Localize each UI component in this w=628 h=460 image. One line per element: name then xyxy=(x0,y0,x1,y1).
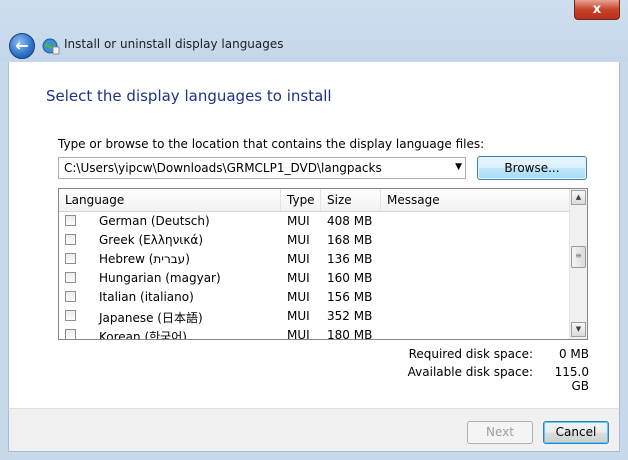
language-checkbox[interactable] xyxy=(65,310,76,321)
language-row[interactable]: Japanese (日本語) MUI 352 MB xyxy=(59,307,569,326)
window-title: Install or uninstall display languages xyxy=(64,37,284,51)
required-space-value: 0 MB xyxy=(558,347,589,361)
close-button[interactable]: x xyxy=(574,0,620,20)
language-size: 160 MB xyxy=(327,271,373,285)
next-button[interactable]: Next xyxy=(467,421,533,444)
language-size: 136 MB xyxy=(327,252,373,266)
language-name: Japanese (日本語) xyxy=(99,311,203,325)
language-name: Italian (italiano) xyxy=(99,290,194,304)
language-row[interactable]: Korean (한국어) MUI 180 MB xyxy=(59,326,569,340)
language-list[interactable]: Language Type Size Message German (Deuts… xyxy=(58,188,588,340)
language-checkbox[interactable] xyxy=(65,253,76,264)
vertical-scrollbar[interactable]: ▲ ≡ ▼ xyxy=(569,189,587,339)
language-size: 168 MB xyxy=(327,233,373,247)
language-row[interactable]: Greek (Ελληνικά) MUI 168 MB xyxy=(59,231,569,250)
column-header-message[interactable]: Message xyxy=(381,189,569,211)
column-header-type[interactable]: Type xyxy=(281,189,321,211)
language-size: 180 MB xyxy=(327,328,373,340)
language-type: MUI xyxy=(287,309,310,323)
path-value[interactable]: C:\Users\yipcw\Downloads\GRMCLP1_DVD\lan… xyxy=(64,161,382,175)
language-checkbox[interactable] xyxy=(65,215,76,226)
language-size: 352 MB xyxy=(327,309,373,323)
scroll-down-icon[interactable]: ▼ xyxy=(571,322,586,337)
dropdown-arrow-icon[interactable]: ▼ xyxy=(455,162,462,172)
path-combobox[interactable]: C:\Users\yipcw\Downloads\GRMCLP1_DVD\lan… xyxy=(58,157,466,179)
language-row[interactable]: German (Deutsch) MUI 408 MB xyxy=(59,212,569,231)
language-row[interactable]: Hungarian (magyar) MUI 160 MB xyxy=(59,269,569,288)
required-space-label: Required disk space: xyxy=(408,347,533,361)
language-checkbox[interactable] xyxy=(65,272,76,283)
language-name: Greek (Ελληνικά) xyxy=(99,233,203,247)
available-space-value: 115.0 GB xyxy=(554,365,589,393)
language-type: MUI xyxy=(287,214,310,228)
language-checkbox[interactable] xyxy=(65,291,76,302)
browse-button[interactable]: Browse... xyxy=(477,156,587,180)
cancel-button[interactable]: Cancel xyxy=(543,421,609,444)
language-checkbox[interactable] xyxy=(65,234,76,245)
language-type: MUI xyxy=(287,271,310,285)
language-type: MUI xyxy=(287,328,310,340)
language-checkbox[interactable] xyxy=(65,329,76,339)
language-name: German (Deutsch) xyxy=(99,214,210,228)
column-header-language[interactable]: Language xyxy=(59,189,281,211)
page-heading: Select the display languages to install xyxy=(46,87,332,105)
scroll-thumb[interactable]: ≡ xyxy=(571,246,586,268)
language-name: Hungarian (magyar) xyxy=(99,271,221,285)
language-type: MUI xyxy=(287,252,310,266)
language-type: MUI xyxy=(287,290,310,304)
language-row[interactable]: Hebrew (עברית) MUI 136 MB xyxy=(59,250,569,269)
path-instruction: Type or browse to the location that cont… xyxy=(58,137,485,151)
language-size: 408 MB xyxy=(327,214,373,228)
scroll-up-icon[interactable]: ▲ xyxy=(571,190,586,205)
language-row[interactable]: Italian (italiano) MUI 156 MB xyxy=(59,288,569,307)
title-bar xyxy=(0,0,628,62)
language-name: Hebrew (עברית) xyxy=(99,252,190,266)
back-arrow-icon[interactable]: ← xyxy=(9,33,35,59)
language-size: 156 MB xyxy=(327,290,373,304)
list-header: Language Type Size Message xyxy=(59,189,569,212)
available-space-label: Available disk space: xyxy=(407,365,533,379)
globe-icon xyxy=(42,38,60,55)
column-header-size[interactable]: Size xyxy=(321,189,381,211)
list-rows: German (Deutsch) MUI 408 MB Greek (Ελληνικά… xyxy=(59,212,569,340)
language-type: MUI xyxy=(287,233,310,247)
language-name: Korean (한국어) xyxy=(99,330,187,340)
